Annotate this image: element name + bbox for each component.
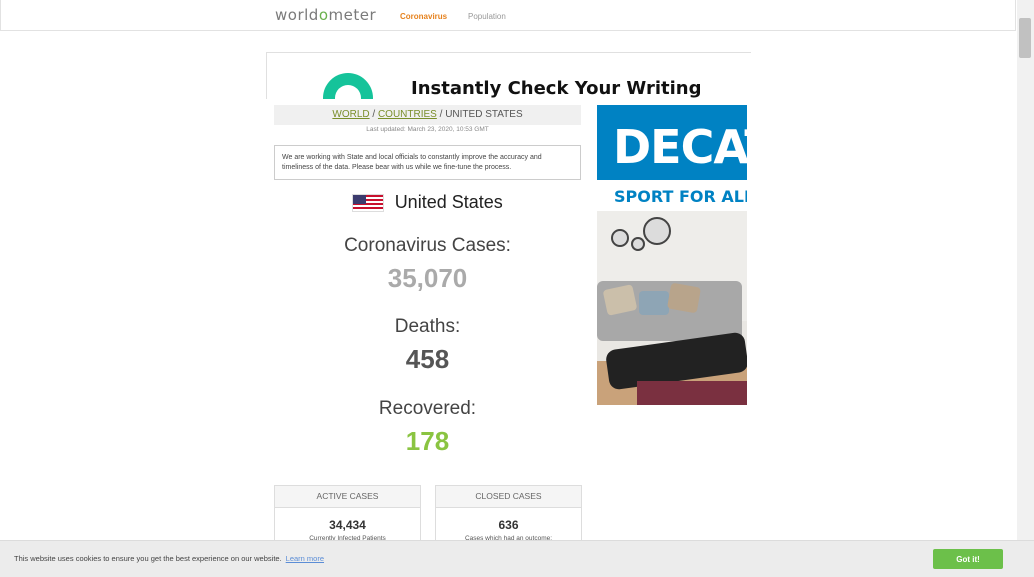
active-cases-panel: ACTIVE CASES 34,434 Currently Infected P…	[274, 485, 421, 545]
closed-cases-value: 636	[498, 518, 519, 532]
page-scrollbar[interactable]	[1017, 0, 1034, 540]
logo-text-prefix: world	[275, 6, 319, 24]
logo-text-suffix: meter	[328, 6, 377, 24]
breadcrumb-world-link[interactable]: WORLD	[332, 109, 369, 120]
us-flag-icon	[352, 193, 385, 212]
ad-photo	[597, 211, 747, 405]
logo-text-o: o	[318, 6, 329, 24]
cookie-consent-bar: This website uses cookies to ensure you …	[0, 540, 1034, 577]
cookie-accept-button[interactable]: Got it!	[933, 549, 1003, 569]
deaths-label: Deaths:	[394, 316, 461, 337]
data-notice-box: We are working with State and local offi…	[274, 145, 581, 180]
country-name: United States	[394, 192, 503, 212]
side-advertisement[interactable]: DECAT SPORT FOR ALL -	[597, 105, 747, 405]
breadcrumb-separator: /	[436, 109, 446, 120]
ad-brand-banner: DECAT	[597, 105, 747, 180]
nav-coronavirus-link[interactable]: Coronavirus	[400, 12, 447, 21]
top-navigation-bar: worldometer Coronavirus Population	[0, 0, 1016, 31]
worldometer-logo[interactable]: worldometer	[275, 6, 376, 24]
cookie-message: This website uses cookies to ensure you …	[14, 554, 324, 563]
ad-headline: Instantly Check Your Writing	[411, 78, 702, 99]
scrollbar-thumb[interactable]	[1019, 18, 1031, 58]
top-advertisement[interactable]: Instantly Check Your Writing	[266, 52, 751, 99]
active-cases-value: 34,434	[329, 518, 366, 532]
grammarly-logo-icon	[323, 73, 373, 99]
breadcrumb: WORLD / COUNTRIES / UNITED STATES	[274, 105, 581, 125]
cookie-message-text: This website uses cookies to ensure you …	[14, 554, 282, 563]
recovered-label: Recovered:	[378, 398, 477, 419]
ad-brand-logo: DECAT	[613, 120, 747, 174]
last-updated-text: Last updated: March 23, 2020, 10:53 GMT	[366, 126, 489, 133]
recovered-value: 178	[405, 426, 450, 456]
nav-population-link[interactable]: Population	[468, 12, 506, 21]
country-heading: United States	[274, 192, 581, 213]
active-cases-header: ACTIVE CASES	[275, 486, 420, 508]
deaths-value: 458	[405, 344, 450, 374]
closed-cases-panel: CLOSED CASES 636 Cases which had an outc…	[435, 485, 582, 545]
cases-label: Coronavirus Cases:	[344, 235, 511, 256]
cases-value: 35,070	[387, 263, 468, 293]
cookie-learn-more-link[interactable]: Learn more	[286, 554, 324, 563]
ad-tagline: SPORT FOR ALL -	[614, 187, 747, 206]
closed-cases-header: CLOSED CASES	[436, 486, 581, 508]
breadcrumb-countries-link[interactable]: COUNTRIES	[378, 109, 437, 120]
breadcrumb-current: UNITED STATES	[445, 109, 523, 120]
breadcrumb-separator: /	[369, 109, 378, 120]
